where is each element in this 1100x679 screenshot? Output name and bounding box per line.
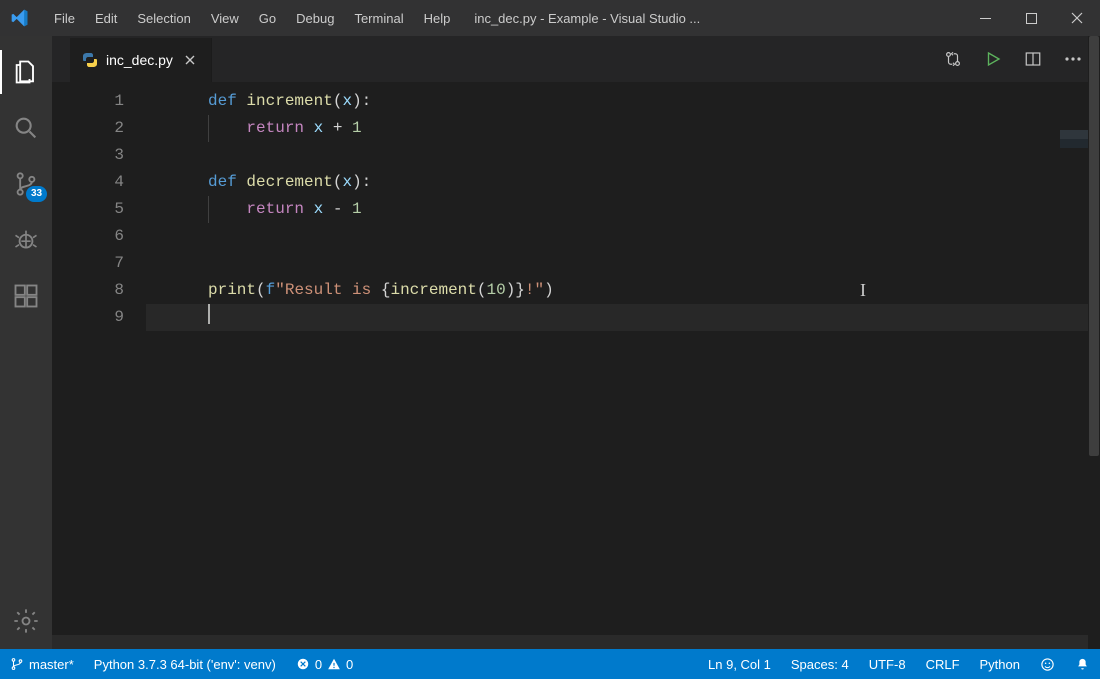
menu-go[interactable]: Go xyxy=(249,3,286,34)
bug-icon xyxy=(12,226,40,254)
status-encoding[interactable]: UTF-8 xyxy=(859,649,916,679)
status-language[interactable]: Python xyxy=(970,649,1030,679)
tab-inc-dec-py[interactable]: inc_dec.py xyxy=(70,38,212,82)
editor-actions xyxy=(944,36,1100,82)
bell-icon xyxy=(1075,657,1090,672)
editor-group: inc_dec.py xyxy=(52,36,1100,649)
code-line[interactable]: return x - 1 xyxy=(146,196,1100,223)
files-icon xyxy=(12,58,40,86)
code-line[interactable]: def decrement(x): xyxy=(146,169,1100,196)
code-line[interactable] xyxy=(146,142,1100,169)
scm-badge: 33 xyxy=(26,186,47,202)
line-number: 7 xyxy=(52,250,146,277)
line-number: 4 xyxy=(52,169,146,196)
status-bar: master* Python 3.7.3 64-bit ('env': venv… xyxy=(0,649,1100,679)
code-line[interactable]: print(f"Result is {increment(10)}!") xyxy=(146,277,1100,304)
activity-debug[interactable] xyxy=(0,212,52,268)
minimap[interactable] xyxy=(1060,130,1088,148)
run-button[interactable] xyxy=(984,50,1002,68)
scrollbar-thumb[interactable] xyxy=(1089,36,1099,456)
code-line[interactable] xyxy=(146,223,1100,250)
more-actions-button[interactable] xyxy=(1064,56,1082,62)
line-number: 2 xyxy=(52,115,146,142)
status-lncol[interactable]: Ln 9, Col 1 xyxy=(698,649,781,679)
python-file-icon xyxy=(82,52,98,68)
maximize-button[interactable] xyxy=(1008,0,1054,36)
branch-name: master* xyxy=(29,657,74,672)
vertical-scrollbar[interactable] xyxy=(1088,36,1100,649)
line-number: 5 xyxy=(52,196,146,223)
window-controls xyxy=(962,0,1100,36)
close-icon xyxy=(183,53,197,67)
error-count: 0 xyxy=(315,657,322,672)
menu-file[interactable]: File xyxy=(44,3,85,34)
status-feedback[interactable] xyxy=(1030,649,1065,679)
line-number: 3 xyxy=(52,142,146,169)
text-cursor-icon: I xyxy=(860,280,866,301)
ellipsis-icon xyxy=(1064,56,1082,62)
menu-terminal[interactable]: Terminal xyxy=(344,3,413,34)
menu-selection[interactable]: Selection xyxy=(127,3,200,34)
split-icon xyxy=(1024,50,1042,68)
menu-bar: File Edit Selection View Go Debug Termin… xyxy=(44,3,460,34)
git-compare-icon xyxy=(944,50,962,68)
gear-icon xyxy=(12,607,40,635)
status-notifications[interactable] xyxy=(1065,649,1100,679)
activity-search[interactable] xyxy=(0,100,52,156)
code-content[interactable]: def increment(x): return x + 1 def decrem… xyxy=(146,88,1100,635)
status-problems[interactable]: 0 0 xyxy=(286,649,363,679)
status-spaces[interactable]: Spaces: 4 xyxy=(781,649,859,679)
warning-count: 0 xyxy=(346,657,353,672)
compare-changes-button[interactable] xyxy=(944,50,962,68)
minimize-button[interactable] xyxy=(962,0,1008,36)
menu-edit[interactable]: Edit xyxy=(85,3,127,34)
activity-extensions[interactable] xyxy=(0,268,52,324)
warning-icon xyxy=(327,657,341,671)
activity-settings[interactable] xyxy=(0,593,52,649)
code-line[interactable] xyxy=(146,250,1100,277)
activity-explorer[interactable] xyxy=(0,44,52,100)
vscode-logo-icon xyxy=(10,8,44,28)
horizontal-scrollbar[interactable] xyxy=(52,635,1100,649)
line-number: 6 xyxy=(52,223,146,250)
git-branch-icon xyxy=(10,657,24,671)
title-bar: File Edit Selection View Go Debug Termin… xyxy=(0,0,1100,36)
code-line[interactable] xyxy=(146,304,1100,331)
activity-source-control[interactable]: 33 xyxy=(0,156,52,212)
tab-label: inc_dec.py xyxy=(106,52,173,68)
line-number: 1 xyxy=(52,88,146,115)
tab-close-button[interactable] xyxy=(181,51,199,69)
play-icon xyxy=(984,50,1002,68)
editor-tabs: inc_dec.py xyxy=(52,36,1100,82)
menu-help[interactable]: Help xyxy=(414,3,461,34)
status-git-branch[interactable]: master* xyxy=(0,649,84,679)
extensions-icon xyxy=(12,282,40,310)
code-editor[interactable]: 123456789 def increment(x): return x + 1… xyxy=(52,82,1100,635)
menu-debug[interactable]: Debug xyxy=(286,3,344,34)
line-number-gutter: 123456789 xyxy=(52,88,146,635)
status-eol[interactable]: CRLF xyxy=(916,649,970,679)
error-icon xyxy=(296,657,310,671)
search-icon xyxy=(12,114,40,142)
activity-bar: 33 xyxy=(0,36,52,649)
caret xyxy=(208,304,210,324)
code-line[interactable]: def increment(x): xyxy=(146,88,1100,115)
window-title: inc_dec.py - Example - Visual Studio ... xyxy=(474,11,700,26)
smiley-icon xyxy=(1040,657,1055,672)
menu-view[interactable]: View xyxy=(201,3,249,34)
split-editor-button[interactable] xyxy=(1024,50,1042,68)
line-number: 8 xyxy=(52,277,146,304)
code-line[interactable]: return x + 1 xyxy=(146,115,1100,142)
close-button[interactable] xyxy=(1054,0,1100,36)
status-python-interpreter[interactable]: Python 3.7.3 64-bit ('env': venv) xyxy=(84,649,286,679)
line-number: 9 xyxy=(52,304,146,331)
